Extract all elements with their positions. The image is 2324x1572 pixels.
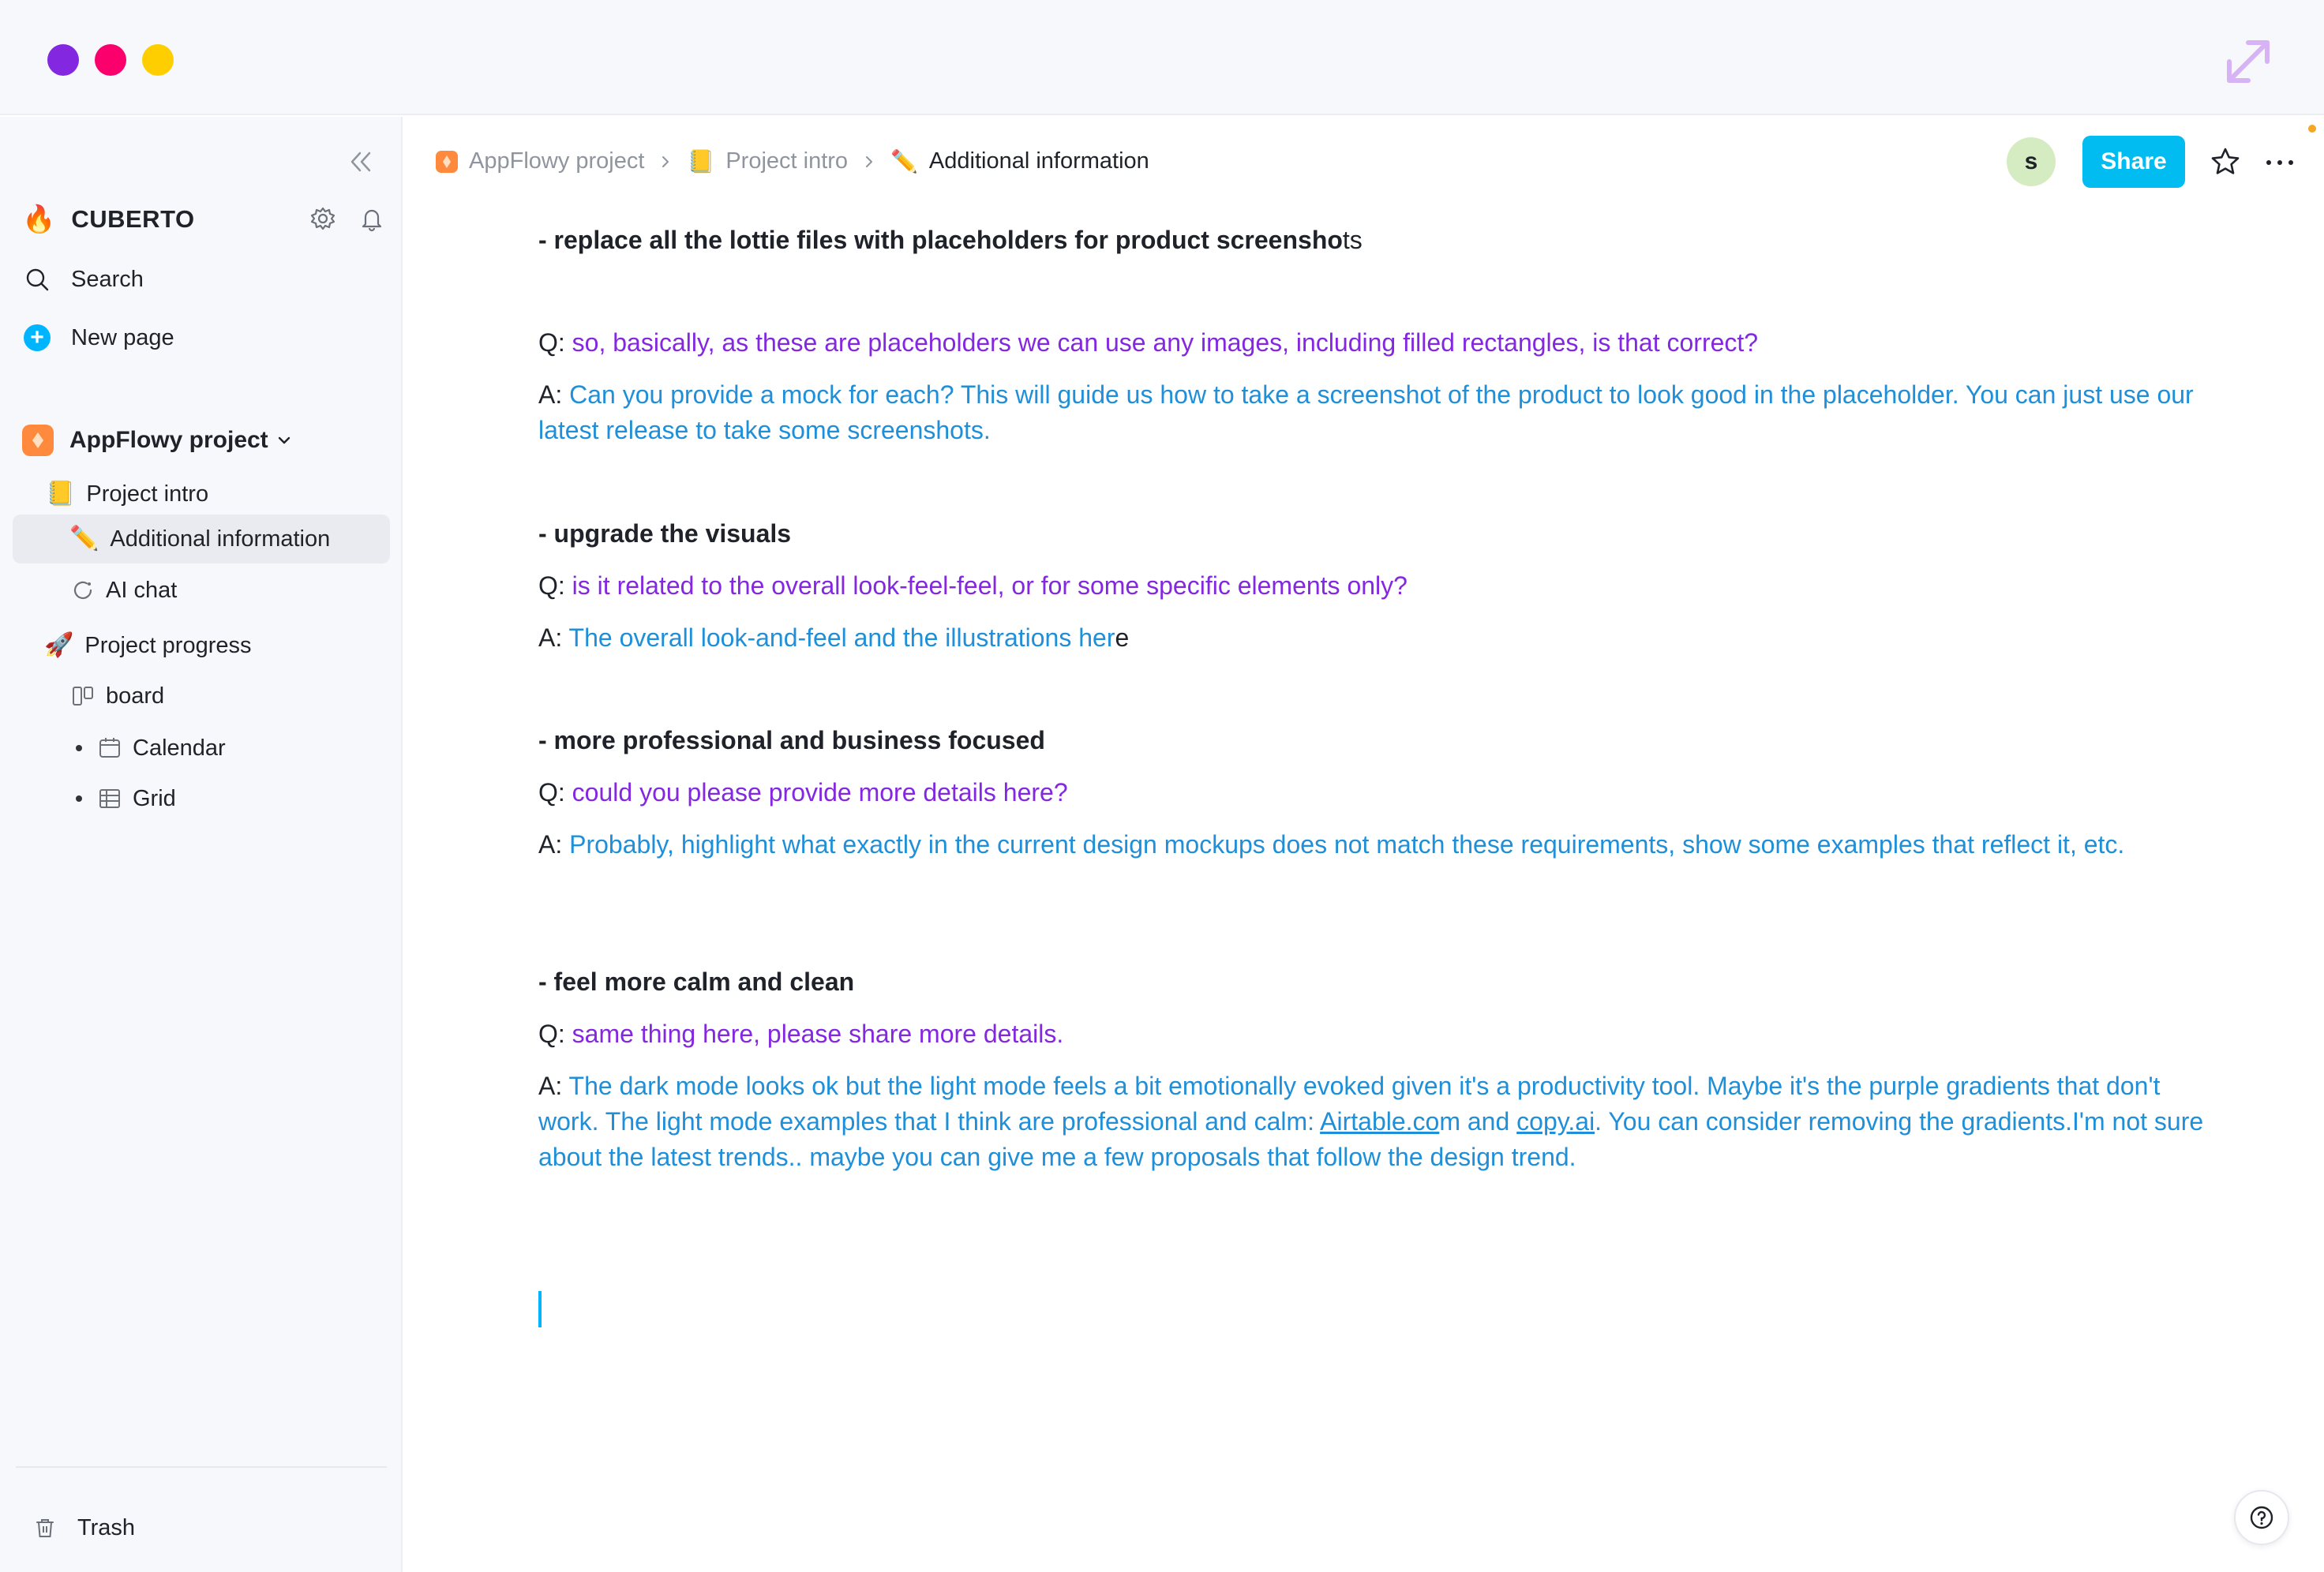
answer-text: Probably, highlight what exactly in the …: [569, 830, 2125, 859]
bullet-icon: [76, 745, 82, 751]
pencil-icon: ✏️: [69, 526, 99, 552]
sidebar-item-label: board: [106, 683, 165, 709]
breadcrumb-item-project[interactable]: AppFlowy project: [469, 148, 644, 174]
sidebar-trash[interactable]: Trash: [33, 1506, 135, 1550]
grid-icon: [99, 789, 120, 808]
heading-text: - replace all the lottie files with plac…: [538, 226, 1343, 254]
question-text: same thing here, please share more detai…: [572, 1020, 1064, 1048]
search-label: Search: [71, 266, 144, 292]
a-label: A:: [538, 623, 569, 652]
heading-tail: ts: [1342, 226, 1363, 254]
search-icon: [26, 268, 49, 291]
question-text: could you please provide more details he…: [572, 778, 1068, 807]
a-label: A:: [538, 830, 570, 859]
new-page-label: New page: [71, 324, 174, 350]
sidebar-search[interactable]: Search: [24, 257, 144, 301]
sidebar-item-board[interactable]: board: [71, 674, 164, 718]
calendar-icon: [99, 738, 120, 758]
sidebar-item-calendar[interactable]: Calendar: [76, 726, 226, 770]
avatar[interactable]: s: [2007, 137, 2056, 186]
sidebar-item-project-progress[interactable]: 🚀 Project progress: [44, 623, 252, 668]
q-label: Q:: [538, 571, 572, 600]
star-icon[interactable]: [2210, 147, 2240, 177]
a-label: A:: [538, 380, 570, 409]
breadcrumb-item-intro[interactable]: Project intro: [725, 148, 848, 174]
more-options-icon[interactable]: [2264, 155, 2296, 170]
sidebar-divider: [16, 1466, 387, 1468]
project-space-icon: [436, 150, 458, 173]
pencil-icon: ✏️: [890, 149, 918, 174]
question-line: Q: same thing here, please share more de…: [538, 1016, 2212, 1052]
answer-text: Can you provide a mock for each? This wi…: [538, 380, 2194, 444]
heading-calm-clean: - feel more calm and clean: [538, 968, 855, 996]
sidebar-item-project-intro[interactable]: 📒 Project intro: [46, 472, 208, 516]
q-label: Q:: [538, 778, 572, 807]
sidebar-space-appflowy-project[interactable]: AppFlowy project: [22, 417, 292, 464]
question-line: Q: is it related to the overall look-fee…: [538, 568, 2212, 604]
project-label: AppFlowy project: [69, 427, 268, 453]
bullet-icon: [76, 795, 82, 802]
help-button[interactable]: [2234, 1490, 2289, 1545]
q-label: Q:: [538, 328, 572, 357]
text-cursor: [538, 1291, 542, 1327]
answer-text: m and: [1439, 1107, 1517, 1136]
rocket-icon: 🚀: [44, 632, 74, 658]
window-minimize-button[interactable]: [95, 44, 126, 76]
answer-line: A: Can you provide a mock for each? This…: [538, 377, 2212, 448]
trash-icon: [36, 1519, 54, 1537]
airtable-link[interactable]: Airtable.co: [1320, 1107, 1439, 1136]
copy-ai-link[interactable]: copy.ai: [1516, 1107, 1595, 1136]
trash-label: Trash: [77, 1514, 136, 1540]
chevron-right-icon: [866, 155, 873, 167]
sidebar: 🔥 CUBERTO Search + New page AppFlowy pro…: [0, 117, 403, 1572]
project-space-icon: [22, 425, 54, 456]
workspace-header[interactable]: 🔥 CUBERTO: [22, 196, 385, 243]
collapse-sidebar-icon[interactable]: [347, 148, 374, 175]
a-label: A:: [538, 1072, 569, 1100]
sidebar-item-label: Project progress: [84, 632, 252, 658]
chevron-down-icon[interactable]: [276, 432, 292, 448]
q-label: Q:: [538, 1020, 572, 1048]
expand-icon[interactable]: [2220, 33, 2277, 90]
breadcrumb: AppFlowy project 📒 Project intro ✏️ Addi…: [436, 148, 1149, 174]
board-icon: [73, 687, 93, 706]
heading-professional: - more professional and business focused: [538, 726, 1045, 754]
workspace-name: CUBERTO: [71, 205, 195, 233]
answer-line: A: Probably, highlight what exactly in t…: [538, 827, 2212, 863]
sidebar-item-label: Calendar: [133, 735, 226, 761]
question-text: is it related to the overall look-feel-f…: [572, 571, 1408, 600]
question-text: so, basically, as these are placeholders…: [572, 328, 1759, 357]
sidebar-item-additional-information[interactable]: ✏️ Additional information: [13, 515, 390, 563]
sidebar-item-ai-chat[interactable]: AI chat: [71, 568, 177, 612]
window-maximize-button[interactable]: [142, 44, 174, 76]
help-question-icon: [2250, 1506, 2273, 1529]
sidebar-item-label: Grid: [133, 785, 176, 811]
plus-icon: +: [24, 324, 51, 351]
chevron-right-icon: [662, 155, 669, 167]
notification-bell-icon[interactable]: [358, 205, 385, 232]
sidebar-item-label: Project intro: [86, 481, 209, 507]
answer-tail: e: [1115, 623, 1130, 652]
answer-line: A: The overall look-and-feel and the ill…: [538, 620, 2212, 656]
notebook-icon: 📒: [46, 481, 76, 507]
sidebar-item-label: AI chat: [106, 577, 178, 603]
question-line: Q: could you please provide more details…: [538, 775, 2212, 810]
share-button[interactable]: Share: [2082, 136, 2185, 188]
notebook-icon: 📒: [687, 149, 715, 174]
answer-line: A: The dark mode looks ok but the light …: [538, 1069, 2212, 1175]
question-line: Q: so, basically, as these are placehold…: [538, 325, 2212, 361]
new-page-button[interactable]: + New page: [24, 316, 174, 360]
notification-dot: [2308, 125, 2316, 133]
answer-text: The overall look-and-feel and the illust…: [568, 623, 1115, 652]
ai-chat-icon: [73, 581, 92, 600]
breadcrumb-item-current[interactable]: Additional information: [929, 148, 1149, 174]
fire-icon: 🔥: [22, 204, 56, 234]
settings-gear-icon[interactable]: [309, 205, 336, 232]
window-close-button[interactable]: [47, 44, 79, 76]
heading-replace-lottie: - replace all the lottie files with plac…: [538, 223, 2212, 258]
window-titlebar: [0, 0, 2324, 115]
heading-upgrade-visuals: - upgrade the visuals: [538, 519, 792, 548]
sidebar-item-label: Additional information: [110, 526, 331, 552]
sidebar-item-grid[interactable]: Grid: [76, 777, 176, 821]
